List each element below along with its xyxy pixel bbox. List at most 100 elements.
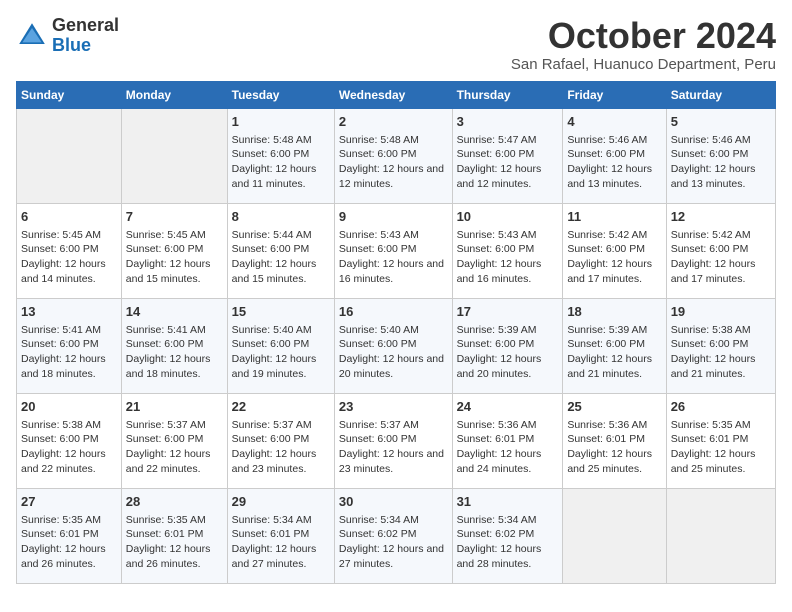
header-day-monday: Monday [121, 81, 227, 108]
sunrise-text: Sunrise: 5:34 AM [339, 514, 419, 526]
calendar-cell: 29Sunrise: 5:34 AMSunset: 6:01 PMDayligh… [227, 488, 334, 583]
daylight-text: Daylight: 12 hours and 26 minutes. [21, 543, 106, 570]
sunset-text: Sunset: 6:00 PM [671, 148, 749, 160]
header-day-saturday: Saturday [666, 81, 775, 108]
logo: General Blue [16, 16, 119, 56]
calendar-cell: 13Sunrise: 5:41 AMSunset: 6:00 PMDayligh… [17, 298, 122, 393]
sunrise-text: Sunrise: 5:38 AM [21, 419, 101, 431]
sunrise-text: Sunrise: 5:35 AM [126, 514, 206, 526]
day-number: 24 [457, 398, 559, 416]
day-number: 1 [232, 113, 330, 131]
sunrise-text: Sunrise: 5:45 AM [21, 229, 101, 241]
sunrise-text: Sunrise: 5:41 AM [126, 324, 206, 336]
sunrise-text: Sunrise: 5:35 AM [671, 419, 751, 431]
sunrise-text: Sunrise: 5:44 AM [232, 229, 312, 241]
calendar-cell: 30 Sunrise: 5:34 AM Sunset: 6:02 PM Dayligh… [334, 488, 452, 583]
calendar-cell: 25Sunrise: 5:36 AMSunset: 6:01 PMDayligh… [563, 393, 666, 488]
calendar-cell [666, 488, 775, 583]
header-day-sunday: Sunday [17, 81, 122, 108]
daylight-text: Daylight: 12 hours and 25 minutes. [671, 448, 756, 475]
daylight-text: Daylight: 12 hours and 27 minutes. [232, 543, 317, 570]
day-number: 30 [339, 493, 448, 511]
daylight-text: Daylight: 12 hours and 22 minutes. [21, 448, 106, 475]
sunrise-text: Sunrise: 5:43 AM [339, 229, 419, 241]
sunrise-text: Sunrise: 5:43 AM [457, 229, 537, 241]
daylight-text: Daylight: 12 hours and 21 minutes. [671, 353, 756, 380]
day-number: 31 [457, 493, 559, 511]
calendar-subtitle: San Rafael, Huanuco Department, Peru [511, 56, 776, 73]
calendar-cell: 10Sunrise: 5:43 AMSunset: 6:00 PMDayligh… [452, 203, 563, 298]
calendar-cell: 15Sunrise: 5:40 AMSunset: 6:00 PMDayligh… [227, 298, 334, 393]
calendar-cell: 7Sunrise: 5:45 AMSunset: 6:00 PMDaylight… [121, 203, 227, 298]
sunset-text: Sunset: 6:00 PM [339, 338, 417, 350]
sunrise-text: Sunrise: 5:42 AM [567, 229, 647, 241]
daylight-text: Daylight: 12 hours and 14 minutes. [21, 258, 106, 285]
sunset-text: Sunset: 6:00 PM [457, 338, 535, 350]
sunset-text: Sunset: 6:02 PM [339, 528, 417, 540]
calendar-cell: 22Sunrise: 5:37 AMSunset: 6:00 PMDayligh… [227, 393, 334, 488]
sunrise-text: Sunrise: 5:36 AM [567, 419, 647, 431]
week-row-2: 6Sunrise: 5:45 AMSunset: 6:00 PMDaylight… [17, 203, 776, 298]
calendar-cell: 27Sunrise: 5:35 AMSunset: 6:01 PMDayligh… [17, 488, 122, 583]
header-day-thursday: Thursday [452, 81, 563, 108]
calendar-cell: 2Sunrise: 5:48 AMSunset: 6:00 PMDaylight… [334, 108, 452, 203]
daylight-text: Daylight: 12 hours and 26 minutes. [126, 543, 211, 570]
daylight-text: Daylight: 12 hours and 13 minutes. [671, 163, 756, 190]
day-number: 5 [671, 113, 771, 131]
day-number: 9 [339, 208, 448, 226]
calendar-cell: 17Sunrise: 5:39 AMSunset: 6:00 PMDayligh… [452, 298, 563, 393]
day-number: 23 [339, 398, 448, 416]
calendar-cell: 28Sunrise: 5:35 AMSunset: 6:01 PMDayligh… [121, 488, 227, 583]
sunset-text: Sunset: 6:01 PM [457, 433, 535, 445]
header-row: SundayMondayTuesdayWednesdayThursdayFrid… [17, 81, 776, 108]
sunrise-text: Sunrise: 5:35 AM [21, 514, 101, 526]
day-number: 21 [126, 398, 223, 416]
daylight-text: Daylight: 12 hours and 15 minutes. [232, 258, 317, 285]
day-number: 29 [232, 493, 330, 511]
sunset-text: Sunset: 6:00 PM [232, 433, 310, 445]
calendar-cell [121, 108, 227, 203]
day-number: 16 [339, 303, 448, 321]
day-number: 26 [671, 398, 771, 416]
sunset-text: Sunset: 6:00 PM [339, 243, 417, 255]
header-day-tuesday: Tuesday [227, 81, 334, 108]
calendar-cell: 4Sunrise: 5:46 AMSunset: 6:00 PMDaylight… [563, 108, 666, 203]
daylight-text: Daylight: 12 hours and 23 minutes. [232, 448, 317, 475]
sunrise-text: Sunrise: 5:34 AM [232, 514, 312, 526]
daylight-text: Daylight: 12 hours and 20 minutes. [457, 353, 542, 380]
day-number: 19 [671, 303, 771, 321]
daylight-text: Daylight: 12 hours and 11 minutes. [232, 163, 317, 190]
title-block: October 2024 San Rafael, Huanuco Departm… [511, 16, 776, 73]
sunset-text: Sunset: 6:00 PM [567, 338, 645, 350]
daylight-text: Daylight: 12 hours and 23 minutes. [339, 448, 444, 475]
calendar-header: SundayMondayTuesdayWednesdayThursdayFrid… [17, 81, 776, 108]
daylight-text: Daylight: 12 hours and 17 minutes. [567, 258, 652, 285]
sunrise-text: Sunrise: 5:46 AM [671, 134, 751, 146]
calendar-cell: 24Sunrise: 5:36 AMSunset: 6:01 PMDayligh… [452, 393, 563, 488]
logo-general-text: General [52, 16, 119, 36]
sunset-text: Sunset: 6:00 PM [21, 338, 99, 350]
day-number: 13 [21, 303, 117, 321]
sunset-text: Sunset: 6:00 PM [126, 433, 204, 445]
day-number: 15 [232, 303, 330, 321]
calendar-cell: 20Sunrise: 5:38 AMSunset: 6:00 PMDayligh… [17, 393, 122, 488]
calendar-title: October 2024 [511, 16, 776, 56]
sunrise-text: Sunrise: 5:42 AM [671, 229, 751, 241]
sunrise-text: Sunrise: 5:40 AM [339, 324, 419, 336]
daylight-text: Daylight: 12 hours and 16 minutes. [339, 258, 444, 285]
sunset-text: Sunset: 6:00 PM [126, 338, 204, 350]
daylight-text: Daylight: 12 hours and 24 minutes. [457, 448, 542, 475]
week-row-3: 13 Sunrise: 5:41 AM Sunset: 6:00 PM Dayligh… [17, 298, 776, 393]
sunset-text: Sunset: 6:00 PM [21, 243, 99, 255]
day-number: 4 [567, 113, 661, 131]
sunrise-text: Sunrise: 5:45 AM [126, 229, 206, 241]
sunrise-text: Sunrise: 5:38 AM [671, 324, 751, 336]
week-row-4: 20Sunrise: 5:38 AMSunset: 6:00 PMDayligh… [17, 393, 776, 488]
sunset-text: Sunset: 6:00 PM [339, 433, 417, 445]
day-number: 10 [457, 208, 559, 226]
calendar-cell: 31Sunrise: 5:34 AMSunset: 6:02 PMDayligh… [452, 488, 563, 583]
daylight-text: Daylight: 12 hours and 28 minutes. [457, 543, 542, 570]
daylight-text: Daylight: 12 hours and 15 minutes. [126, 258, 211, 285]
logo-icon [16, 20, 48, 52]
daylight-text: Daylight: 12 hours and 27 minutes. [339, 543, 444, 570]
